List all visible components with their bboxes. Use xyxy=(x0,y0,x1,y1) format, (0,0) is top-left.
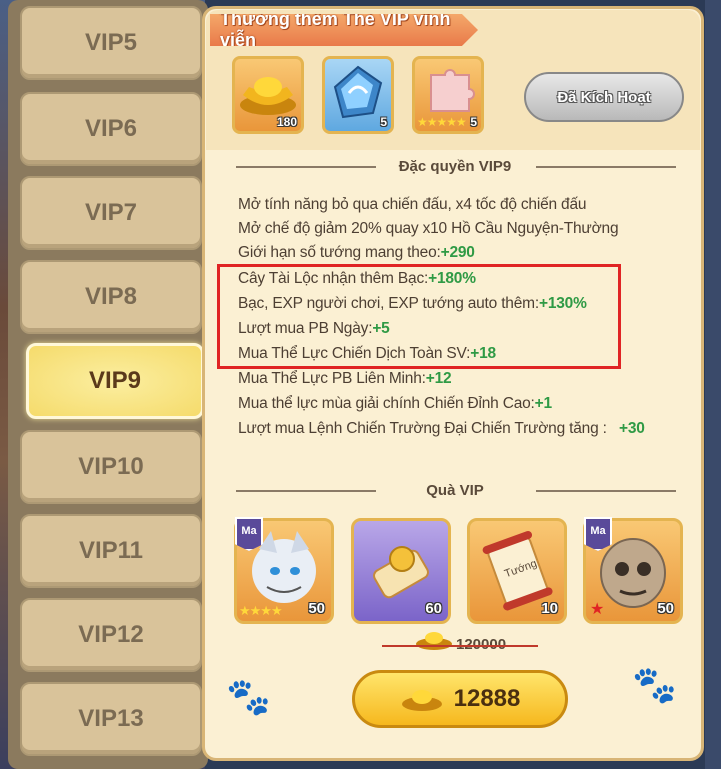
divider-right xyxy=(536,166,676,168)
panel-title: Thưởng thêm Thẻ VIP vĩnh viễn xyxy=(210,14,478,46)
buy-price: 12888 xyxy=(453,685,521,712)
privilege-item: Mua thể lực mùa giải chính Chiến Đỉnh Ca… xyxy=(238,395,552,412)
blue-crystal-icon xyxy=(333,65,383,119)
gift-slot-hero-golem[interactable]: Ma ★ 50 xyxy=(583,517,683,624)
reward-count: 5 xyxy=(470,115,477,129)
highlight-box xyxy=(217,264,621,369)
faction-tag-icon: Ma xyxy=(235,517,263,551)
gift-slot-hero-wolf[interactable]: Ma ★★★★ 50 xyxy=(234,517,334,624)
gift-count: 50 xyxy=(308,600,325,617)
puzzle-piece-icon xyxy=(430,69,475,112)
vip-sidebar: VIP5 VIP6 VIP7 VIP8 VIP9 VIP10 VIP11 VIP… xyxy=(8,0,208,769)
vip-tab-12[interactable]: VIP12 xyxy=(20,598,202,672)
reward-slot-crystal[interactable]: 5 xyxy=(322,56,394,134)
rarity-stars-icon: ★★★★ xyxy=(239,603,283,618)
paw-decoration-icon: 🐾 xyxy=(632,664,677,705)
gift-header: Quà VIP xyxy=(426,481,484,499)
privileges-header: Đặc quyền VIP9 xyxy=(398,157,512,175)
reward-slot-puzzle[interactable]: ★★★★★ 5 xyxy=(412,56,484,134)
gold-ingot-icon xyxy=(416,632,452,650)
gift-slot-scroll[interactable]: 60 xyxy=(351,518,451,624)
activated-button[interactable]: Đã Kích Hoạt xyxy=(524,72,684,122)
rarity-star-icon: ★ xyxy=(590,601,605,618)
reward-count: 5 xyxy=(380,115,387,129)
vip-tab-7[interactable]: VIP7 xyxy=(20,176,202,250)
vip-tab-5[interactable]: VIP5 xyxy=(20,6,202,80)
gift-slot-hero-scroll[interactable]: Tướng 10 xyxy=(467,518,567,624)
rarity-stars-icon: ★★★★★ xyxy=(417,115,467,129)
vip-tab-13[interactable]: VIP13 xyxy=(20,682,202,756)
gold-ingot-icon xyxy=(240,77,296,115)
privilege-item: Mở tính năng bỏ qua chiến đấu, x4 tốc độ… xyxy=(238,196,587,213)
vip-tab-8[interactable]: VIP8 xyxy=(20,260,202,334)
buy-button[interactable]: 12888 xyxy=(352,670,568,728)
gold-ingot-icon xyxy=(401,690,442,711)
privilege-item: Mở chế độ giảm 20% quay x10 Hồ Cầu Nguyệ… xyxy=(238,220,619,237)
paw-decoration-icon: 🐾 xyxy=(226,676,271,717)
vip-tab-6[interactable]: VIP6 xyxy=(20,92,202,166)
privilege-item: Lượt mua Lệnh Chiến Trường Đại Chiến Trư… xyxy=(238,420,645,437)
privilege-item: Mua Thể Lực PB Liên Minh:+12 xyxy=(238,370,452,387)
divider-right xyxy=(536,490,676,492)
background-right xyxy=(705,0,721,769)
gift-count: 60 xyxy=(425,600,442,617)
divider-left xyxy=(236,490,376,492)
vip-tab-10[interactable]: VIP10 xyxy=(20,430,202,504)
gift-count: 50 xyxy=(657,600,674,617)
vip-tab-11[interactable]: VIP11 xyxy=(20,514,202,588)
reward-slot-gold[interactable]: 180 xyxy=(232,56,304,134)
gift-count: 10 xyxy=(541,600,558,617)
faction-tag-icon: Ma xyxy=(584,517,612,551)
reward-count: 180 xyxy=(276,115,297,129)
vip-tab-9[interactable]: VIP9 xyxy=(26,343,204,419)
divider-left xyxy=(236,166,376,168)
price-strikethrough xyxy=(382,645,538,647)
